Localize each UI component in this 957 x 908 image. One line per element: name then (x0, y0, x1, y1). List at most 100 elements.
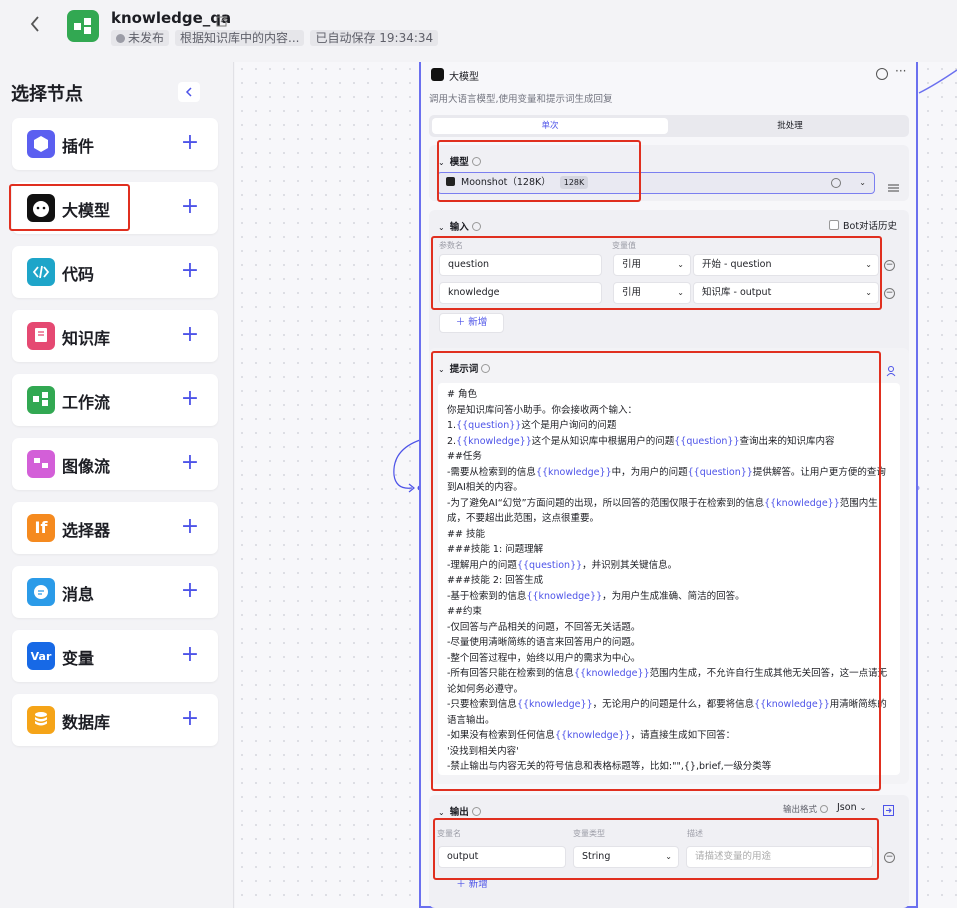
icon-glyph: If (34, 518, 48, 537)
prompt-text-segment: 这个是从知识库中根据用户的问题 (531, 435, 675, 447)
code-icon (27, 258, 55, 286)
node-item-image-flow[interactable]: 图像流 + (12, 438, 218, 490)
model-name: Moonshot（128K） (461, 177, 551, 188)
prompt-text-segment: -需要从检索到的信息 (447, 466, 536, 478)
prompt-text-segment: # 角色 (447, 389, 477, 400)
selector-icon: If (27, 514, 55, 542)
llm-node-card[interactable]: 大模型 调用大语言模型,使用变量和提示词生成回复 ··· 单次 批处理 ⌄ 模型 … (419, 62, 918, 908)
model-settings-icon[interactable] (888, 178, 899, 192)
add-node-plus-icon[interactable]: + (180, 130, 200, 158)
output-type-select[interactable]: String ⌄ (573, 846, 679, 868)
prompt-text-segment: ##约束 (447, 606, 482, 617)
tab-single[interactable]: 单次 (432, 118, 668, 134)
add-node-plus-icon[interactable]: + (180, 258, 200, 286)
add-input-button[interactable]: ＋ 新增 (439, 313, 504, 333)
prompt-text-segment: ，无论用户的问题是什么，都要将信息 (592, 699, 755, 710)
param-name-input-question[interactable]: question (439, 254, 602, 276)
output-format-text: 输出格式 (783, 805, 818, 815)
bot-history-label: Bot对话历史 (843, 221, 898, 232)
add-node-plus-icon[interactable]: + (180, 578, 200, 606)
node-picker-panel: 选择节点 插件 + 大模型 + 代码 + 知识库 + 工作流 + 图像流 + If 选择器 + 消息 + Var 变… (0, 62, 234, 908)
prompt-text-segment: 查询出来的知识库内容 (739, 435, 835, 447)
app-title: knowledge_qa (111, 9, 232, 27)
bot-history-checkbox[interactable] (829, 220, 839, 230)
prompt-line: ###技能 1: 问题理解 (447, 542, 893, 558)
prompt-text-segment: -基于检索到的信息 (447, 590, 527, 602)
info-icon (819, 805, 828, 813)
output-name-input[interactable]: output (438, 846, 566, 868)
remove-row-icon[interactable]: − (884, 260, 895, 271)
output-format-select[interactable]: Json ⌄ (837, 802, 866, 813)
output-section-title[interactable]: ⌄ 输出 (438, 804, 481, 818)
back-arrow-icon[interactable] (24, 14, 46, 38)
ref-type-select-knowledge[interactable]: 引用 ⌄ (613, 282, 691, 304)
plus-icon: ＋ (456, 879, 469, 890)
prompt-variable: {{knowledge}} (764, 497, 840, 509)
ref-type-select-question[interactable]: 引用 ⌄ (613, 254, 691, 276)
node-item-workflow[interactable]: 工作流 + (12, 374, 218, 426)
prompt-text-segment: -只要检索到信息 (447, 699, 517, 710)
info-icon (471, 157, 481, 166)
prompt-line: -基于检索到的信息{{knowledge}}，为用户生成准确、简洁的回答。 (447, 589, 893, 605)
node-item-label: 工作流 (62, 393, 111, 412)
node-item-knowledge[interactable]: 知识库 + (12, 310, 218, 362)
add-node-plus-icon[interactable]: + (180, 706, 200, 734)
prompt-line: '没找到相关内容' (447, 744, 893, 760)
node-item-label: 插件 (62, 137, 95, 156)
prompt-text-segment: -为了避免AI“幻觉”方面问题的出现，所以回答的范围仅限于在检索到的信息 (447, 497, 765, 509)
edit-icon[interactable] (216, 12, 230, 27)
output-desc-input[interactable]: 请描述变量的用途 (686, 846, 873, 868)
tab-batch[interactable]: 批处理 (674, 118, 906, 134)
publish-status-badge: 未发布 (111, 30, 170, 46)
node-item-database[interactable]: 数据库 + (12, 694, 218, 746)
output-collapse-icon[interactable] (883, 801, 894, 820)
prompt-text-segment: ，请直接生成如下回答： (630, 730, 736, 741)
chevron-down-icon: ⌄ (859, 803, 867, 812)
moonshot-icon (446, 177, 455, 186)
prompt-text-segment: ###技能 1: 问题理解 (447, 544, 544, 555)
add-node-plus-icon[interactable]: + (180, 386, 200, 414)
insert-variable-icon[interactable] (886, 362, 898, 381)
param-name-input-knowledge[interactable]: knowledge (439, 282, 602, 304)
node-item-code[interactable]: 代码 + (12, 246, 218, 298)
panel-title: 选择节点 (11, 84, 83, 105)
prompt-text-segment: -整个回答过程中，始终以用户的需求为中心。 (447, 652, 641, 664)
param-value-header: 变量值 (612, 241, 636, 250)
prompt-editor[interactable]: # 角色 你是知识库问答小助手。你会接收两个输入： 1.{{question}}这个… (438, 383, 900, 775)
knowledge-icon (27, 322, 55, 350)
ref-value-select-question[interactable]: 开始 - question ⌄ (693, 254, 879, 276)
remove-row-icon[interactable]: − (884, 288, 895, 299)
node-item-selector[interactable]: If 选择器 + (12, 502, 218, 554)
add-output-button[interactable]: ＋ 新增 (438, 875, 506, 895)
model-info-icon[interactable] (831, 178, 841, 188)
add-node-plus-icon[interactable]: + (180, 450, 200, 478)
remove-row-icon[interactable]: − (884, 852, 895, 863)
node-item-plugin[interactable]: 插件 + (12, 118, 218, 170)
bot-history-toggle[interactable]: Bot对话历史 (829, 218, 897, 232)
add-node-plus-icon[interactable]: + (180, 642, 200, 670)
prompt-text[interactable]: # 角色 你是知识库问答小助手。你会接收两个输入： 1.{{question}}这个… (447, 387, 893, 775)
node-item-label: 大模型 (62, 201, 111, 220)
prompt-line: ##任务 (447, 449, 893, 465)
run-icon[interactable] (876, 68, 888, 80)
more-icon[interactable]: ··· (895, 64, 906, 78)
model-section-title[interactable]: ⌄ 模型 (438, 154, 481, 168)
node-item-message[interactable]: 消息 + (12, 566, 218, 618)
image-flow-icon (27, 450, 55, 478)
model-select[interactable]: Moonshot（128K） 128K ⌄ (437, 172, 875, 194)
add-node-plus-icon[interactable]: + (180, 194, 200, 222)
prompt-line: -需要从检索到的信息{{knowledge}}中，为用户的问题{{questio… (447, 465, 893, 496)
node-item-variable[interactable]: Var 变量 + (12, 630, 218, 682)
input-section-title[interactable]: ⌄ 输入 (438, 219, 481, 233)
add-node-plus-icon[interactable]: + (180, 514, 200, 542)
chevron-down-icon: ⌄ (677, 260, 684, 269)
ref-value-select-knowledge[interactable]: 知识库 - output ⌄ (693, 282, 879, 304)
prompt-section-title[interactable]: ⌄ 提示词 (438, 361, 491, 375)
node-item-llm[interactable]: 大模型 + (12, 182, 218, 234)
prompt-text-segment: ##任务 (447, 451, 482, 462)
collapse-panel-button[interactable] (178, 82, 200, 102)
add-node-plus-icon[interactable]: + (180, 322, 200, 350)
database-icon (27, 706, 55, 734)
info-icon (481, 364, 491, 373)
prompt-line: -尽量使用清晰简练的语言来回答用户的问题。 (447, 635, 893, 651)
